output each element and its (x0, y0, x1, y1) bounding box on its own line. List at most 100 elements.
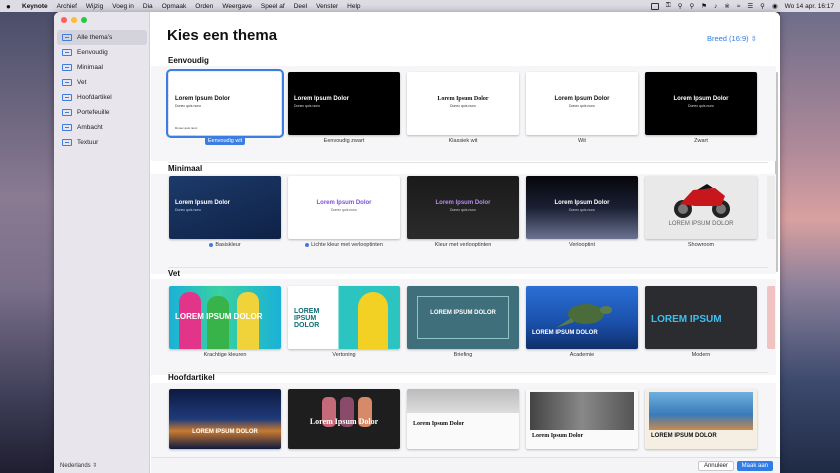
theme-label-text: Lichte kleur met verlooptinten (311, 242, 383, 248)
thumb-title: Lorem Ipsum Dolor (175, 200, 231, 206)
theme-label: Verlooptint (569, 242, 595, 248)
theme-hoofdartikel-4[interactable]: Lorem Ipsum Dolor (526, 389, 638, 449)
section-title-eenvoudig: Eenvoudig (168, 56, 209, 65)
thumb-title: LOREM IPSUM DOLOR (532, 330, 598, 336)
window-controls (61, 17, 87, 23)
menu-venster[interactable]: Venster (316, 3, 338, 10)
thumb-title: LOREM IPSUM (651, 314, 722, 325)
flag-icon[interactable]: ⚑ (701, 2, 707, 10)
turtle-image (556, 304, 612, 328)
create-button[interactable]: Maak aan (736, 461, 773, 471)
menu-orden[interactable]: Orden (195, 3, 213, 10)
color-dot-icon (209, 242, 214, 247)
section-divider (168, 372, 768, 373)
theme-label: Vertoning (332, 352, 356, 358)
bluetooth-icon[interactable]: ※ (724, 2, 729, 10)
theme-eenvoudig-wit[interactable]: Lorem Ipsum Dolor Donec quis nunc Donec … (166, 69, 284, 138)
menu-weergave[interactable]: Weergave (222, 3, 252, 10)
theme-label: Krachtige kleuren (203, 352, 247, 358)
theme-showroom[interactable]: LOREM IPSUM DOLOR (645, 176, 757, 239)
sidebar-item-minimaal[interactable]: Minimaal (57, 60, 147, 75)
thumb-title: Lorem Ipsum Dolor (175, 96, 231, 102)
theme-hoofdartikel-2[interactable]: Lorem Ipsum Dolor (288, 389, 400, 449)
menu-voeg-in[interactable]: Voeg in (112, 3, 134, 10)
lock-icon[interactable]: ⚿ (666, 2, 671, 10)
sidebar-item-hoofdartikel[interactable]: Hoofdartikel (57, 90, 147, 105)
thumb-subtitle: Donec quis nunc (568, 104, 596, 108)
sidebar-item-eenvoudig[interactable]: Eenvoudig (57, 45, 147, 60)
sidebar-item-ambacht[interactable]: Ambacht (57, 120, 147, 135)
section-title-hoofdartikel: Hoofdartikel (168, 373, 215, 382)
thumb-subtitle: Donec quis nunc (449, 104, 477, 108)
apple-menu-icon[interactable]: ● (6, 2, 14, 11)
thumb-title: LOREM IPSUM DOLOR (175, 312, 263, 321)
theme-briefing[interactable]: LOREM IPSUM DOLOR (407, 286, 519, 349)
language-selector[interactable]: Nederlands ⇳ (60, 462, 97, 469)
theme-category-icon (62, 109, 72, 116)
theme-label-text: Basiskleur (215, 242, 241, 248)
sidebar-item-label: Portefeuille (77, 109, 110, 116)
menu-opmaak[interactable]: Opmaak (162, 3, 187, 10)
theme-verlooptint[interactable]: Lorem Ipsum Dolor Donec quis nunc (526, 176, 638, 239)
volume-icon[interactable]: ♪ (714, 3, 717, 10)
menu-archief[interactable]: Archief (57, 3, 77, 10)
control-center-icon[interactable]: ☰ (747, 2, 753, 10)
thumb-title: Lorem Ipsum Dolor (294, 96, 350, 102)
theme-category-icon (62, 139, 72, 146)
thumb-subtitle: Donec quis nunc (449, 208, 477, 212)
theme-eenvoudig-zwart[interactable]: Lorem Ipsum Dolor Donec quis nunc (288, 72, 400, 135)
sidebar-item-portefeuille[interactable]: Portefeuille (57, 105, 147, 120)
close-button[interactable] (61, 17, 67, 23)
screen-record-icon[interactable] (650, 2, 659, 10)
person-figure (358, 292, 388, 349)
wifi-icon[interactable]: ≈ (737, 3, 741, 10)
menu-help[interactable]: Help (347, 3, 360, 10)
thumb-title: Lorem Ipsum Dolor (437, 96, 489, 102)
section-divider (168, 162, 768, 163)
theme-label: Academie (569, 352, 595, 358)
cancel-button[interactable]: Annuleer (697, 461, 734, 471)
theme-academie[interactable]: LOREM IPSUM DOLOR (526, 286, 638, 349)
frame-decoration (417, 296, 509, 339)
sidebar-item-label: Alle thema's (77, 34, 113, 41)
theme-zwart[interactable]: Lorem Ipsum Dolor Donec quis nunc (645, 72, 757, 135)
sidebar-item-textuur[interactable]: Textuur (57, 135, 147, 150)
theme-hoofdartikel-5[interactable]: LOREM IPSUM DOLOR (645, 389, 757, 449)
desktop-background-left (0, 12, 55, 473)
theme-category-icon (62, 49, 72, 56)
page-title: Kies een thema (167, 27, 278, 44)
thumb-title: Lorem Ipsum Dolor (554, 200, 610, 206)
theme-vertoning[interactable]: LOREM IPSUM DOLOR (288, 286, 400, 349)
theme-wit[interactable]: Lorem Ipsum Dolor Donec quis nunc (526, 72, 638, 135)
sidebar-item-all-themes[interactable]: Alle thema's (57, 30, 147, 45)
spotlight-icon[interactable]: ⚲ (760, 2, 765, 10)
sidebar-item-vet[interactable]: Vet (57, 75, 147, 90)
key-icon[interactable]: ⚲ (678, 2, 683, 10)
thumb-title: Lorem Ipsum Dolor (413, 421, 465, 427)
menu-deel[interactable]: Deel (294, 3, 307, 10)
zoom-button[interactable] (81, 17, 87, 23)
next-theme-peek (767, 286, 775, 349)
minimize-button[interactable] (71, 17, 77, 23)
aspect-ratio-popup[interactable]: Breed (16:9) ⇳ (707, 34, 757, 43)
menu-dia[interactable]: Dia (143, 3, 153, 10)
theme-krachtige-kleuren[interactable]: LOREM IPSUM DOLOR (169, 286, 281, 349)
search-status-icon[interactable]: ⚲ (689, 2, 694, 10)
theme-modern[interactable]: LOREM IPSUM (645, 286, 757, 349)
menu-speel-af[interactable]: Speel af (261, 3, 285, 10)
theme-label: Wit (578, 138, 586, 144)
menu-wijzig[interactable]: Wijzig (86, 3, 103, 10)
thumb-title: LOREM IPSUM DOLOR (192, 429, 258, 435)
theme-hoofdartikel-3[interactable]: Lorem Ipsum Dolor (407, 389, 519, 449)
menu-app-name[interactable]: Keynote (22, 3, 48, 10)
thumb-title: Lorem Ipsum Dolor (554, 96, 610, 102)
theme-hoofdartikel-1[interactable]: LOREM IPSUM DOLOR (169, 389, 281, 449)
theme-klassiek-wit[interactable]: Lorem Ipsum Dolor Donec quis nunc (407, 72, 519, 135)
menu-clock[interactable]: Wo 14 apr. 16:17 (785, 3, 834, 10)
theme-kleur-met-verlooptinten[interactable]: Lorem Ipsum Dolor Donec quis nunc (407, 176, 519, 239)
theme-label: Basiskleur (169, 242, 281, 248)
thumb-title: Lorem Ipsum Dolor (309, 417, 379, 426)
theme-lichte-kleur-met-verlooptinten[interactable]: Lorem Ipsum Dolor Donec quis nunc (288, 176, 400, 239)
theme-basiskleur[interactable]: Lorem Ipsum Dolor Donec quis nunc (169, 176, 281, 239)
siri-icon[interactable]: ◉ (772, 2, 778, 10)
